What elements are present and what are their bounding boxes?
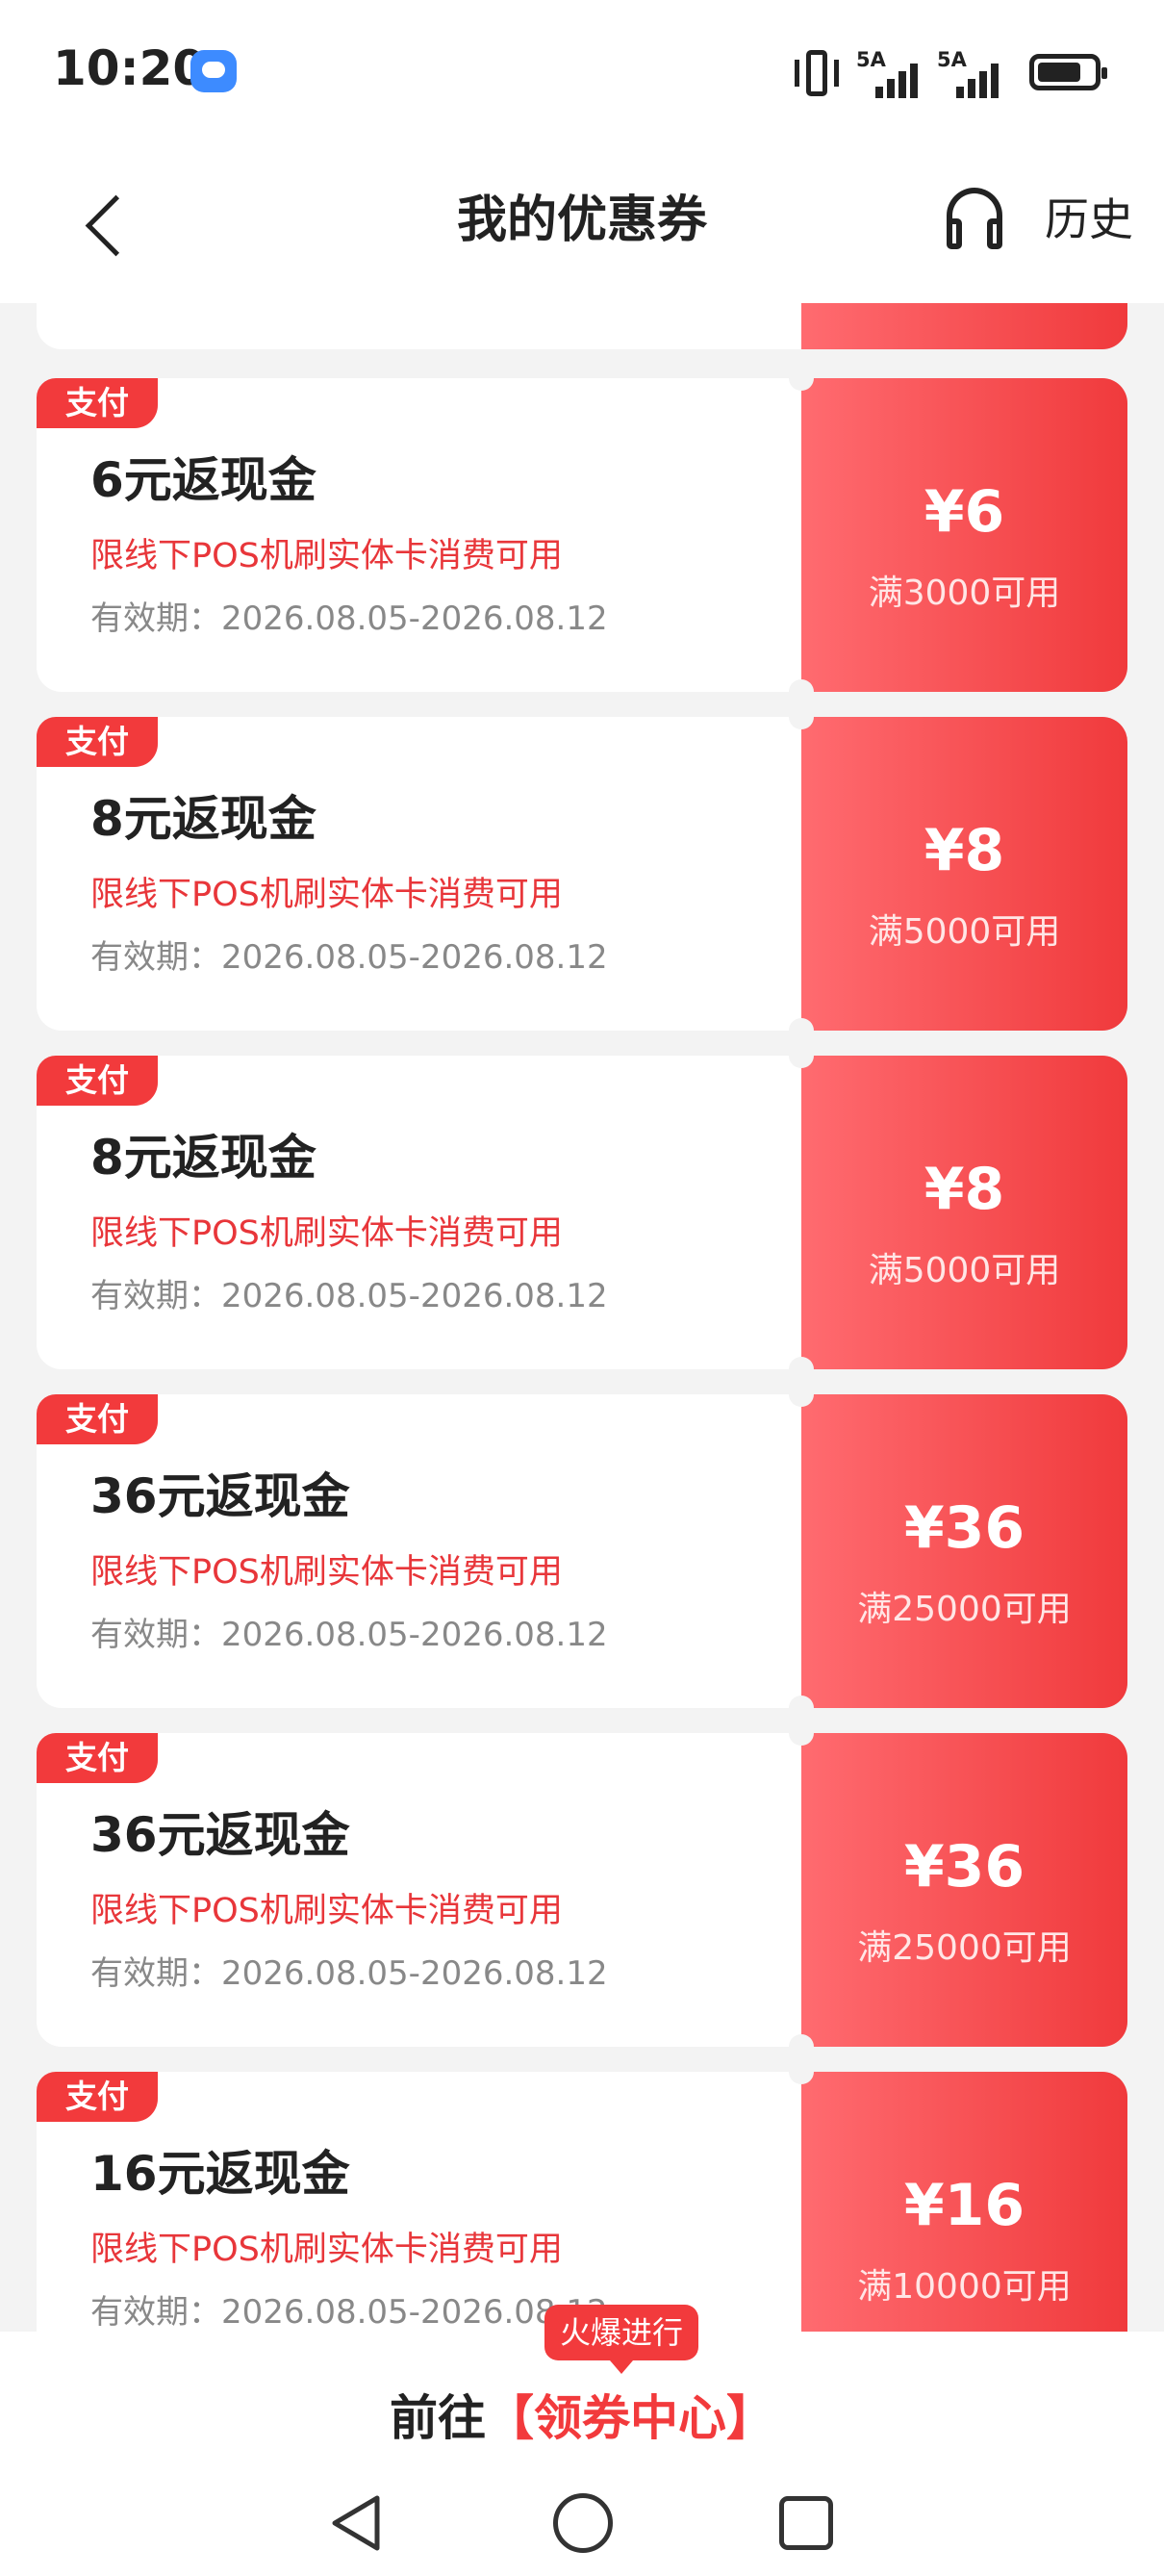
- coupon-info: 支付 6元返现金 限线下POS机刷实体卡消费可用 有效期：2026.08.05-…: [37, 378, 801, 692]
- coupon-value-panel: ¥36 满25000可用: [801, 1394, 1127, 1708]
- coupon-value-panel: ¥16 满10000可用: [801, 2072, 1127, 2332]
- back-arrow-icon[interactable]: [77, 191, 135, 258]
- status-time: 10:20: [53, 40, 207, 96]
- coupon-card-partial[interactable]: [37, 303, 1127, 349]
- coupon-title: 8元返现金: [90, 791, 316, 847]
- coupon-title: 36元返现金: [90, 1807, 350, 1863]
- coupon-description: 限线下POS机刷实体卡消费可用: [90, 876, 563, 914]
- coupon-condition: 满5000可用: [868, 1251, 1061, 1290]
- coupon-amount: ¥8: [924, 817, 1005, 884]
- coupon-info: 支付 36元返现金 限线下POS机刷实体卡消费可用 有效期：2026.08.05…: [37, 1394, 801, 1708]
- coupon-validity: 有效期：2026.08.05-2026.08.12: [90, 1277, 608, 1315]
- system-home-icon[interactable]: [553, 2493, 613, 2553]
- coupon-condition: 满10000可用: [857, 2267, 1072, 2307]
- coupon-condition: 满25000可用: [857, 1590, 1072, 1629]
- coupon-title: 8元返现金: [90, 1130, 316, 1186]
- coupon-list[interactable]: 支付 6元返现金 限线下POS机刷实体卡消费可用 有效期：2026.08.05-…: [0, 303, 1164, 2332]
- nav-bar: 我的优惠券 历史: [0, 144, 1164, 303]
- coupon-description: 限线下POS机刷实体卡消费可用: [90, 1214, 563, 1253]
- coupon-validity: 有效期：2026.08.05-2026.08.12: [90, 2293, 608, 2332]
- coupon-info: 支付 16元返现金 限线下POS机刷实体卡消费可用 有效期：2026.08.05…: [37, 2072, 801, 2332]
- coupon-amount: ¥16: [903, 2172, 1025, 2239]
- history-link[interactable]: 历史: [1045, 185, 1133, 248]
- coupon-condition: 满3000可用: [868, 574, 1061, 613]
- coupon-amount: ¥8: [924, 1156, 1005, 1223]
- vibrate-icon: [795, 50, 839, 96]
- signal-label-sim2: 5A: [937, 48, 967, 71]
- message-notification-icon: [190, 50, 237, 92]
- coupon-amount: ¥36: [903, 1494, 1025, 1562]
- coupon-title: 6元返现金: [90, 452, 316, 508]
- coupon-tag: 支付: [37, 378, 158, 428]
- goto-prefix: 前往: [390, 2390, 486, 2446]
- coupon-card[interactable]: 支付 36元返现金 限线下POS机刷实体卡消费可用 有效期：2026.08.05…: [37, 1721, 1127, 2059]
- coupon-value-panel: ¥8 满5000可用: [801, 1056, 1127, 1369]
- coupon-value-panel: ¥36 满25000可用: [801, 1733, 1127, 2047]
- coupon-value-panel: ¥6 满3000可用: [801, 378, 1127, 692]
- hot-badge: 火爆进行: [544, 2305, 698, 2374]
- coupon-info: 支付 8元返现金 限线下POS机刷实体卡消费可用 有效期：2026.08.05-…: [37, 717, 801, 1031]
- signal-icon-sim1: 5A: [856, 48, 933, 98]
- system-back-icon[interactable]: [327, 2493, 385, 2553]
- coupon-card[interactable]: 支付 8元返现金 限线下POS机刷实体卡消费可用 有效期：2026.08.05-…: [37, 704, 1127, 1043]
- coupon-card[interactable]: 支付 6元返现金 限线下POS机刷实体卡消费可用 有效期：2026.08.05-…: [37, 366, 1127, 704]
- battery-icon: [1029, 54, 1107, 90]
- goto-coupon-center-button[interactable]: 前往【领券中心】: [0, 2380, 1164, 2449]
- coupon-validity: 有效期：2026.08.05-2026.08.12: [90, 1954, 608, 1993]
- coupon-description: 限线下POS机刷实体卡消费可用: [90, 2231, 563, 2269]
- coupon-amount: ¥6: [924, 478, 1005, 546]
- coupon-value-panel: ¥8 满5000可用: [801, 717, 1127, 1031]
- customer-service-icon[interactable]: [947, 188, 1002, 251]
- system-recents-icon[interactable]: [779, 2496, 833, 2550]
- coupon-tag: 支付: [37, 2072, 158, 2122]
- coupon-card[interactable]: 支付 8元返现金 限线下POS机刷实体卡消费可用 有效期：2026.08.05-…: [37, 1043, 1127, 1382]
- coupon-info: 支付 36元返现金 限线下POS机刷实体卡消费可用 有效期：2026.08.05…: [37, 1733, 801, 2047]
- coupon-card[interactable]: 支付 16元返现金 限线下POS机刷实体卡消费可用 有效期：2026.08.05…: [37, 2059, 1127, 2332]
- coupon-validity: 有效期：2026.08.05-2026.08.12: [90, 599, 608, 638]
- coupon-tag: 支付: [37, 1394, 158, 1444]
- coupon-condition: 满5000可用: [868, 912, 1061, 952]
- coupon-tag: 支付: [37, 1733, 158, 1783]
- coupon-validity: 有效期：2026.08.05-2026.08.12: [90, 1616, 608, 1654]
- coupon-description: 限线下POS机刷实体卡消费可用: [90, 537, 563, 575]
- coupon-info: 支付 8元返现金 限线下POS机刷实体卡消费可用 有效期：2026.08.05-…: [37, 1056, 801, 1369]
- coupon-title: 16元返现金: [90, 2146, 350, 2202]
- coupon-amount: ¥36: [903, 1833, 1025, 1900]
- status-bar: 10:20 5A 5A: [0, 0, 1164, 144]
- bottom-bar: 火爆进行 前往【领券中心】: [0, 2305, 1164, 2576]
- coupon-description: 限线下POS机刷实体卡消费可用: [90, 1892, 563, 1930]
- coupon-tag: 支付: [37, 717, 158, 767]
- coupon-card[interactable]: 支付 36元返现金 限线下POS机刷实体卡消费可用 有效期：2026.08.05…: [37, 1382, 1127, 1721]
- coupon-center-link[interactable]: 【领券中心】: [486, 2390, 774, 2446]
- coupon-tag: 支付: [37, 1056, 158, 1106]
- signal-label-sim1: 5A: [856, 48, 886, 71]
- coupon-title: 36元返现金: [90, 1468, 350, 1524]
- coupon-page: 10:20 5A 5A 我的优惠券 历史 支付 6元返现金 限线下POS机刷实体…: [0, 0, 1164, 2576]
- signal-icon-sim2: 5A: [937, 48, 1014, 98]
- coupon-condition: 满25000可用: [857, 1928, 1072, 1968]
- coupon-description: 限线下POS机刷实体卡消费可用: [90, 1553, 563, 1592]
- coupon-validity: 有效期：2026.08.05-2026.08.12: [90, 938, 608, 977]
